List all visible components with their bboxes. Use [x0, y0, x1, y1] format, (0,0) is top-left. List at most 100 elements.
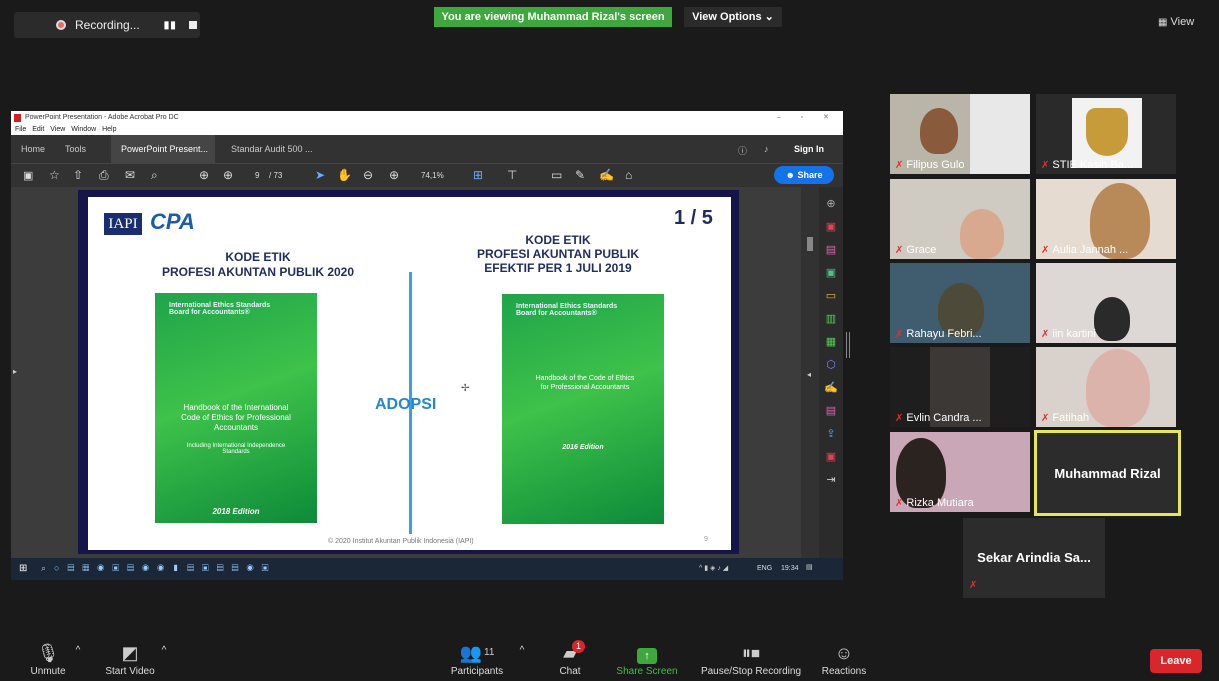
crest-icon — [1086, 108, 1128, 156]
panel-resize-handle[interactable] — [846, 332, 850, 358]
next-page-icon[interactable]: ⊕ — [223, 168, 233, 182]
organize-icon[interactable]: ▤ — [819, 239, 843, 262]
sign-in-link[interactable]: Sign In — [794, 144, 824, 154]
pause-recording-icon[interactable]: ▮▮ — [164, 20, 177, 31]
view-button[interactable]: ▦ View — [1158, 16, 1194, 28]
star-icon[interactable]: ☆ — [49, 168, 60, 182]
help-icon[interactable]: ⓘ — [738, 144, 747, 157]
zoom-select[interactable]: 74,1% — [421, 171, 444, 180]
move-cursor-icon: ✢ — [461, 383, 470, 394]
reactions-button[interactable]: ☺ Reactions — [818, 640, 870, 677]
collapse-panel-icon[interactable]: ◂ — [807, 370, 811, 379]
menu-help[interactable]: Help — [102, 126, 116, 133]
view-options-button[interactable]: View Options ⌄ — [684, 7, 782, 27]
audio-options-caret[interactable]: ^ — [72, 645, 84, 656]
tab-home[interactable]: Home — [21, 144, 45, 154]
upload-icon[interactable]: ⇧ — [73, 168, 83, 182]
page-total: / 73 — [269, 171, 283, 180]
acrobat-share-button[interactable]: ☻ Share — [774, 166, 834, 184]
menu-window[interactable]: Window — [71, 126, 96, 133]
reactions-label: Reactions — [821, 666, 867, 677]
chat-label: Chat — [559, 666, 581, 677]
logo-iapi: IAPI — [104, 213, 142, 235]
share-screen-label: Share Screen — [616, 666, 678, 677]
participant-tile[interactable]: ✗ Rizka Mutiara — [890, 432, 1030, 512]
search-icon[interactable]: ⌕ — [151, 168, 158, 183]
participant-tile[interactable]: ✗ STIE Kasih Ba... — [1036, 94, 1176, 174]
taskbar-lang: ENG — [757, 565, 773, 572]
zoom-tool-icon[interactable]: ⊕ — [819, 193, 843, 216]
start-video-button[interactable]: ◩ Start Video — [100, 640, 160, 677]
participant-name: Filipus Gulo — [906, 159, 965, 171]
mail-icon[interactable]: ✉ — [125, 168, 135, 182]
print-icon[interactable]: ⎙ — [99, 168, 109, 183]
participant-tile[interactable]: ✗ Grace — [890, 179, 1030, 259]
tab-powerpoint[interactable]: PowerPoint Present... ✕ — [111, 135, 215, 182]
protect-icon[interactable]: ⬡ — [819, 354, 843, 377]
combine-icon[interactable]: ▥ — [819, 308, 843, 331]
edit-pdf-icon[interactable]: ▤ — [819, 400, 843, 423]
pause-stop-recording-button[interactable]: ⏸⏹ Pause/Stop Recording — [696, 640, 806, 677]
participant-tile[interactable]: ✗ Evlin Candra ... — [890, 347, 1030, 427]
participant-name: Fatihah — [1052, 412, 1090, 424]
participant-tile[interactable]: ✗ Rahayu Febri... — [890, 263, 1030, 343]
fill-sign-icon[interactable]: ✍ — [819, 377, 843, 400]
prev-page-icon[interactable]: ⊕ — [199, 168, 209, 182]
participant-tile[interactable]: ✗ Aulia Jannah ... — [1036, 179, 1176, 259]
leave-button[interactable]: Leave — [1150, 649, 1202, 673]
video-options-caret[interactable]: ^ — [158, 645, 170, 656]
book-left-title: Handbook of the International Code of Et… — [181, 403, 291, 432]
slide-counter: 1 / 5 — [674, 207, 713, 229]
compress-icon[interactable]: ▦ — [819, 331, 843, 354]
scroll-mode-icon[interactable]: ⊤ — [507, 168, 517, 182]
participant-tile[interactable]: Sekar Arindia Sa... ✗ — [963, 518, 1105, 598]
scroll-thumb[interactable] — [807, 237, 813, 251]
participants-caret[interactable]: ^ — [516, 645, 528, 656]
chat-button[interactable]: ▰ 1 Chat — [550, 640, 590, 677]
view-label: View — [1170, 16, 1195, 28]
comment-tool-icon[interactable]: ▭ — [819, 285, 843, 308]
taskbar-time: 19:34 — [781, 565, 799, 572]
create-pdf-icon[interactable]: ▣ — [819, 216, 843, 239]
unmute-button[interactable]: 🎙 Unmute — [26, 640, 70, 677]
notification-icon[interactable]: ▤ — [806, 563, 813, 571]
zoom-in-icon[interactable]: ⊕ — [389, 168, 399, 182]
pen-icon[interactable]: ✎ — [575, 168, 585, 182]
mic-muted-icon: ✗ — [895, 245, 904, 256]
select-cursor-icon[interactable]: ➤ — [315, 168, 325, 182]
sign-icon[interactable]: ✍ — [599, 168, 614, 182]
taskbar-apps[interactable]: ⌕○▤▦◉▣▤◉◉▮▤▣▤▤◉▣ — [41, 563, 276, 574]
export-pdf-icon[interactable]: ▣ — [819, 262, 843, 285]
participant-tile[interactable]: ✗ iin kartini — [1036, 263, 1176, 343]
fit-page-icon[interactable]: ⊞ — [473, 168, 483, 182]
menu-view[interactable]: View — [50, 126, 65, 133]
participant-name: Evlin Candra ... — [906, 412, 982, 424]
window-controls[interactable]: – ▫ ✕ — [777, 111, 829, 125]
participant-tile[interactable]: ✗ Filipus Gulo — [890, 94, 1030, 174]
tag-icon[interactable]: ⌂ — [625, 168, 632, 182]
send-icon[interactable]: ⇪ — [819, 423, 843, 446]
stop-recording-icon[interactable] — [188, 21, 197, 29]
left-panel-toggle-icon[interactable]: ▸ — [13, 367, 17, 376]
page-number-input[interactable]: 9 — [255, 171, 259, 180]
tab-standar-audit[interactable]: Standar Audit 500 ... — [231, 144, 313, 154]
bell-icon[interactable]: ♪ — [764, 144, 769, 154]
adopsi-label: ADOPSI — [375, 396, 437, 413]
taskbar-tray-icons: ^ ▮ ◈ ♪ ◢ — [699, 565, 729, 572]
menu-file[interactable]: File — [15, 126, 26, 133]
save-icon[interactable]: ▣ — [23, 169, 33, 182]
acrobat-toolbar: ▣ ☆ ⇧ ⎙ ✉ ⌕ ⊕ ⊕ 9 / 73 ➤ ✋ ⊖ ⊕ 74,1% ⊞ ⊤… — [11, 163, 843, 187]
comment-icon[interactable]: ▭ — [551, 168, 562, 182]
redact-icon[interactable]: ▣ — [819, 446, 843, 469]
share-screen-button[interactable]: ↑ Share Screen — [614, 640, 680, 677]
participants-button[interactable]: 👥 11 Participants — [446, 640, 508, 677]
zoom-out-icon[interactable]: ⊖ — [363, 168, 373, 182]
expand-panel-icon[interactable]: ⇥ — [819, 469, 843, 492]
menu-edit[interactable]: Edit — [32, 126, 44, 133]
participant-tile[interactable]: ✗ Fatihah — [1036, 347, 1176, 427]
tab-tools[interactable]: Tools — [65, 144, 86, 154]
video-feed — [1086, 349, 1150, 427]
windows-start-icon[interactable]: ⊞ — [19, 563, 27, 574]
hand-icon[interactable]: ✋ — [337, 168, 352, 182]
active-speaker-tile[interactable]: Muhammad Rizal — [1034, 430, 1181, 516]
